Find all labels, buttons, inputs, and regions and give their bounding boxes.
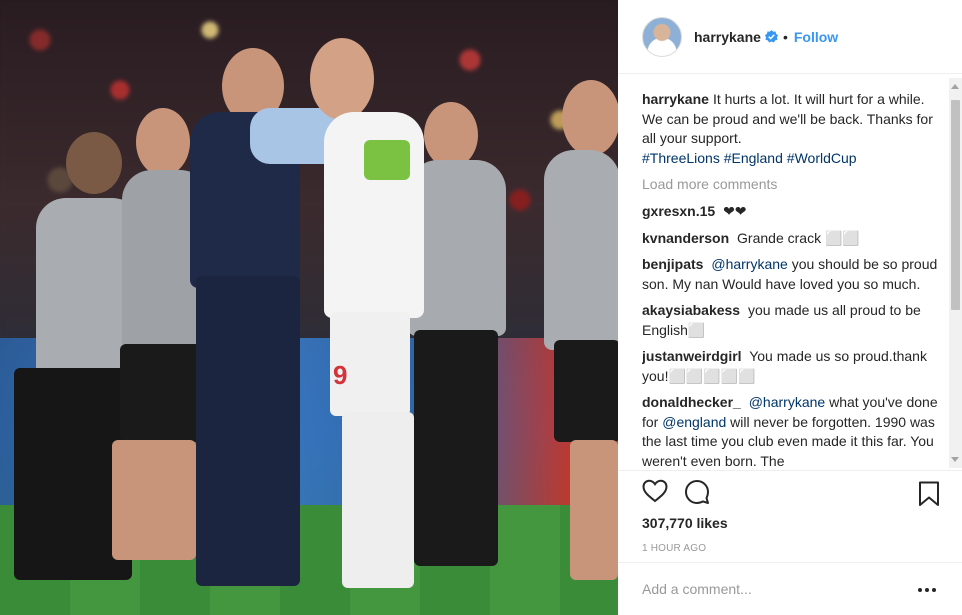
- comment-username[interactable]: donaldhecker_: [642, 394, 741, 410]
- comments-scrollbar[interactable]: [949, 78, 962, 468]
- comment-item: benjipats @harrykane you should be so pr…: [642, 255, 948, 294]
- comment-item: justanweirdgirl You made us so proud.tha…: [642, 347, 948, 386]
- hashtag-worldcup[interactable]: #WorldCup: [787, 150, 857, 166]
- comment-item: gxresxn.15 ❤❤: [642, 202, 948, 222]
- load-more-comments-button[interactable]: Load more comments: [642, 176, 948, 192]
- comment-text: Grande crack ⬜⬜: [737, 229, 860, 246]
- header-separator: •: [782, 28, 788, 45]
- caption-username[interactable]: harrykane: [642, 91, 709, 107]
- comment-item: kvnanderson Grande crack ⬜⬜: [642, 229, 948, 249]
- comment-username[interactable]: akaysiabakess: [642, 302, 740, 318]
- comment-item: donaldhecker_ @harrykane what you've don…: [642, 393, 948, 468]
- add-comment-input[interactable]: [642, 581, 902, 597]
- comment-username[interactable]: justanweirdgirl: [642, 348, 742, 364]
- scroll-up-arrow-icon[interactable]: [951, 84, 959, 89]
- heart-icon[interactable]: [642, 479, 668, 503]
- hashtag-threelions[interactable]: #ThreeLions: [642, 150, 720, 166]
- post-header: harrykane • Follow: [618, 0, 962, 74]
- verified-badge-icon: [764, 30, 778, 43]
- comment-mention[interactable]: @harrykane: [749, 394, 825, 410]
- bookmark-icon[interactable]: [918, 481, 940, 507]
- comment-username[interactable]: benjipats: [642, 256, 703, 272]
- comment-mention[interactable]: @harrykane: [711, 256, 787, 272]
- comment-mention-2[interactable]: @england: [662, 414, 726, 430]
- add-comment-bar: [618, 562, 962, 615]
- post-timestamp[interactable]: 1 HOUR AGO: [642, 543, 706, 554]
- scroll-down-arrow-icon[interactable]: [951, 457, 959, 462]
- header-username[interactable]: harrykane: [694, 29, 761, 45]
- likes-count[interactable]: 307,770 likes: [642, 515, 728, 531]
- comment-username[interactable]: kvnanderson: [642, 230, 729, 246]
- comment-icon[interactable]: [684, 479, 710, 505]
- comment-text: ❤❤: [723, 203, 747, 219]
- comment-item: akaysiabakess you made us all proud to b…: [642, 301, 948, 340]
- hashtag-england[interactable]: #England: [724, 150, 783, 166]
- comment-username[interactable]: gxresxn.15: [642, 203, 715, 219]
- scrollbar-thumb[interactable]: [951, 100, 960, 310]
- more-options-icon[interactable]: [918, 588, 936, 592]
- post-caption: harrykane It hurts a lot. It will hurt fo…: [642, 90, 948, 168]
- follow-button[interactable]: Follow: [794, 29, 838, 45]
- post-actions: 307,770 likes 1 HOUR AGO: [618, 470, 962, 560]
- captain-armband: [364, 140, 410, 180]
- post-photo[interactable]: 9: [0, 0, 618, 615]
- comments-list[interactable]: harrykane It hurts a lot. It will hurt fo…: [642, 78, 948, 468]
- avatar[interactable]: [642, 16, 682, 57]
- photo-shirt-number: 9: [333, 360, 348, 390]
